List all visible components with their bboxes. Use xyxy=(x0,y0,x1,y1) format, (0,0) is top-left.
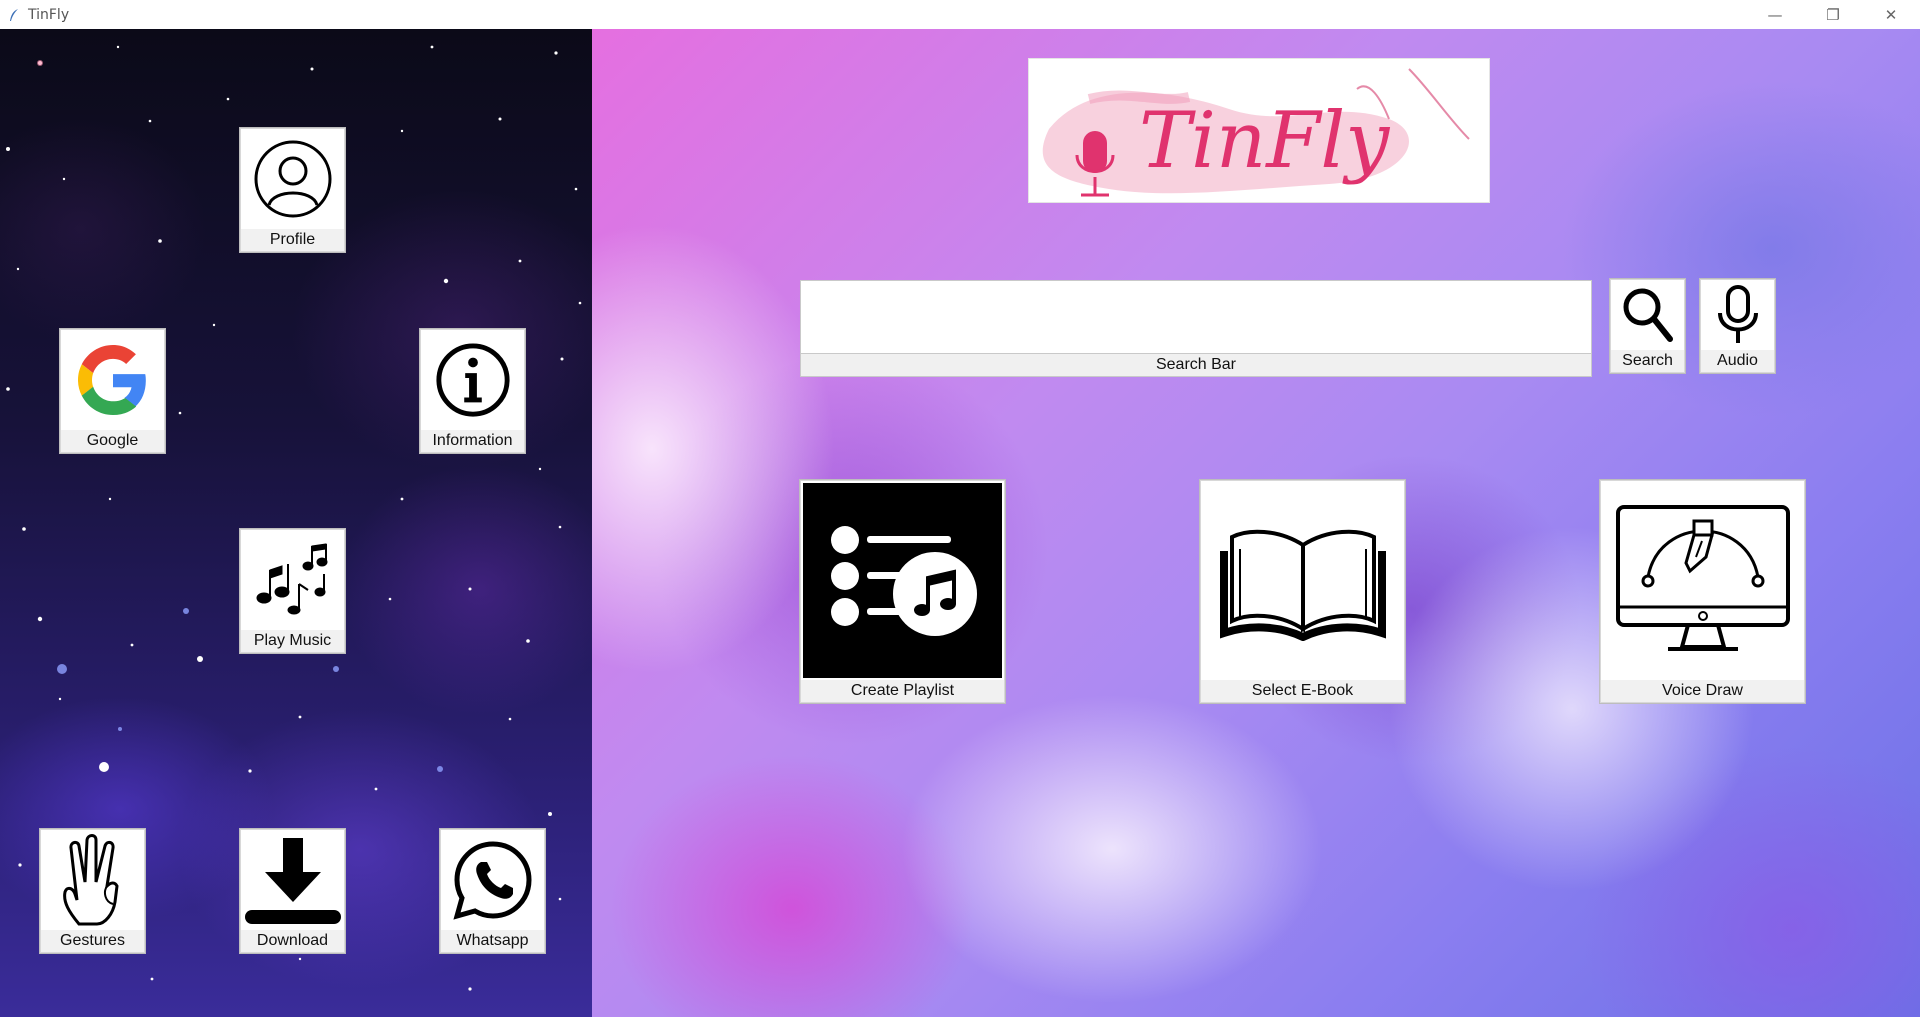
audio-button-label: Audio xyxy=(1701,350,1774,372)
title-bar: TinFly — ❐ ✕ xyxy=(0,0,1920,29)
information-label: Information xyxy=(421,430,524,452)
audio-button[interactable]: Audio xyxy=(1700,279,1775,373)
search-input[interactable] xyxy=(800,280,1592,354)
whatsapp-label: Whatsapp xyxy=(441,930,544,952)
restore-button[interactable]: ❐ xyxy=(1804,0,1862,29)
create-playlist-button[interactable]: Create Playlist xyxy=(800,480,1005,703)
logo-graphic: TinFly xyxy=(1042,68,1470,197)
select-ebook-button[interactable]: Select E-Book xyxy=(1200,480,1405,703)
gestures-label: Gestures xyxy=(41,930,144,952)
info-icon xyxy=(435,343,510,417)
minimize-button[interactable]: — xyxy=(1746,0,1804,29)
music-notes-icon xyxy=(256,543,327,615)
download-label: Download xyxy=(241,930,344,952)
logo-text: TinFly xyxy=(1139,96,1390,186)
user-profile-icon xyxy=(254,140,331,218)
download-icon xyxy=(244,838,341,924)
search-icon xyxy=(1623,288,1673,342)
voice-draw-label: Voice Draw xyxy=(1601,680,1804,702)
search-bar-label: Search Bar xyxy=(800,354,1592,377)
playlist-icon xyxy=(830,525,977,636)
information-button[interactable]: Information xyxy=(420,329,525,453)
create-playlist-label: Create Playlist xyxy=(801,680,1004,702)
monitor-pen-icon xyxy=(1615,504,1790,651)
play-music-button[interactable]: Play Music xyxy=(240,529,345,653)
tinfly-logo: TinFly xyxy=(1028,58,1490,203)
download-button[interactable]: Download xyxy=(240,829,345,953)
microphone-icon xyxy=(1717,285,1758,343)
window-controls: — ❐ ✕ xyxy=(1746,0,1920,29)
hand-gesture-icon xyxy=(62,834,119,926)
google-button[interactable]: Google xyxy=(60,329,165,453)
open-book-icon xyxy=(1219,529,1386,641)
gestures-button[interactable]: Gestures xyxy=(40,829,145,953)
profile-button[interactable]: Profile xyxy=(240,128,345,252)
voice-draw-button[interactable]: Voice Draw xyxy=(1600,480,1805,703)
google-label: Google xyxy=(61,430,164,452)
google-icon xyxy=(77,345,146,415)
search-button-label: Search xyxy=(1611,350,1684,372)
play-music-label: Play Music xyxy=(241,630,344,652)
profile-label: Profile xyxy=(241,229,344,251)
feather-icon xyxy=(10,8,18,21)
close-button[interactable]: ✕ xyxy=(1862,0,1920,29)
select-ebook-label: Select E-Book xyxy=(1201,680,1404,702)
whatsapp-icon xyxy=(452,841,532,920)
search-button[interactable]: Search xyxy=(1610,279,1685,373)
window-title: TinFly xyxy=(28,6,70,23)
whatsapp-button[interactable]: Whatsapp xyxy=(440,829,545,953)
